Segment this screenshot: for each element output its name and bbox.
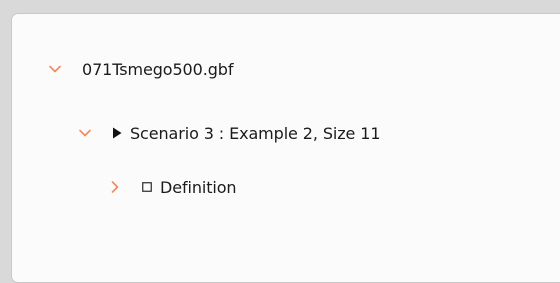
chevron-right-icon[interactable] (108, 180, 122, 194)
tree-panel: 071Tsmego500.gbf Scenario 3 : Example 2,… (11, 13, 560, 283)
tree-item-label: Scenario 3 : Example 2, Size 11 (130, 123, 381, 143)
tree-item-definition[interactable]: Definition (108, 172, 237, 202)
checkbox-empty-icon (142, 180, 152, 194)
tree-item-scenario[interactable]: Scenario 3 : Example 2, Size 11 (78, 118, 381, 148)
tree-item-label: Definition (160, 177, 237, 197)
chevron-down-icon[interactable] (48, 62, 62, 76)
chevron-down-icon[interactable] (78, 126, 92, 140)
play-triangle-icon (112, 126, 122, 140)
tree-item-file[interactable]: 071Tsmego500.gbf (48, 54, 233, 84)
tree-item-label: 071Tsmego500.gbf (82, 59, 234, 79)
